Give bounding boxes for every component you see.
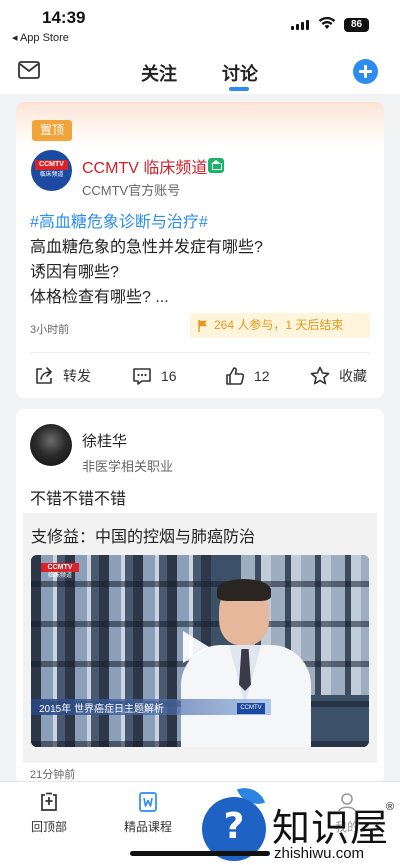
course-icon: [139, 792, 157, 812]
nav-label: 回顶部: [30, 820, 67, 834]
nav-label: 精品课程: [123, 820, 172, 834]
favorite-label: 收藏: [339, 368, 367, 384]
add-post-button[interactable]: [353, 59, 378, 84]
favorite-button[interactable]: 收藏: [309, 364, 367, 388]
home-indicator: [130, 851, 270, 856]
comment-count: 16: [161, 368, 177, 384]
status-time: 14:39: [42, 8, 86, 27]
star-icon: [310, 366, 330, 385]
watermark-url: zhishiwu.com: [274, 845, 365, 862]
thumbs-up-icon: [226, 367, 245, 385]
post-text: 不错不错不错: [30, 491, 127, 508]
mail-icon[interactable]: [18, 61, 40, 79]
video-caption: 2015年 世界癌症日主题解析: [39, 704, 165, 715]
back-to-top-icon: [41, 792, 57, 811]
like-button[interactable]: 12: [224, 364, 270, 388]
doctor-figure: [181, 579, 311, 747]
video-logo-bottom: 临床频道: [47, 573, 72, 579]
share-label: 转发: [63, 368, 91, 384]
wifi-icon: [318, 16, 336, 29]
nav-back-to-top[interactable]: 回顶部: [14, 790, 84, 835]
post-line: 体格检查有哪些? ...: [30, 289, 169, 306]
user-name[interactable]: 徐桂华: [82, 430, 127, 451]
account-logo[interactable]: CCMTV 临床频道: [31, 150, 72, 191]
pinned-badge: 置顶: [32, 120, 72, 141]
post-line: 诱因有哪些?: [30, 264, 119, 281]
watermark-title: 知识屋: [272, 806, 390, 850]
like-count: 12: [254, 368, 270, 384]
participation-badge[interactable]: 264 人参与，1 天后结束: [190, 313, 370, 338]
participation-text: 264 人参与，1 天后结束: [214, 318, 344, 332]
cellular-signal-icon: [291, 20, 309, 30]
video-corner-logo: CCMTV: [237, 703, 265, 714]
shared-video-title[interactable]: 支修益：中国的控烟与肺癌防治: [31, 523, 255, 547]
shared-video-box[interactable]: 支修益：中国的控烟与肺癌防治 CCMTV 临床频道 2015年 世界癌症日主题解…: [23, 513, 377, 763]
topic-hashtag[interactable]: #高血糖危象诊断与治疗#: [30, 208, 208, 232]
pinned-post-card[interactable]: 置顶 CCMTV 临床频道 CCMTV 临床频道 CCMTV官方账号 #高血糖危…: [16, 102, 384, 398]
status-bar: 14:39 ◂ App Store 86: [0, 0, 400, 48]
post-time: 21分钟前: [30, 769, 76, 781]
comment-icon: [133, 368, 151, 385]
tab-follow[interactable]: 关注: [141, 60, 177, 86]
top-nav: 关注 讨论: [0, 48, 400, 94]
nav-courses[interactable]: 精品课程: [113, 790, 183, 835]
tab-discuss[interactable]: 讨论: [222, 60, 258, 86]
post-time: 3小时前: [30, 324, 70, 336]
post-line: 高血糖危象的急性并发症有哪些?: [30, 239, 263, 256]
play-icon[interactable]: [183, 631, 209, 663]
video-logo-top: CCMTV: [41, 563, 79, 572]
watermark-registered: ®: [386, 801, 395, 813]
logo-text-bottom: 临床频道: [39, 172, 64, 178]
logo-text-top: CCMTV: [35, 160, 68, 170]
verified-home-icon: [208, 158, 224, 173]
flag-icon: [198, 320, 207, 332]
share-button[interactable]: 转发: [33, 364, 91, 388]
battery-indicator: 86: [344, 18, 369, 32]
comment-button[interactable]: 16: [131, 364, 177, 388]
avatar[interactable]: [30, 424, 72, 466]
account-subtitle: CCMTV官方账号: [82, 183, 181, 198]
divider: [30, 352, 370, 353]
video-thumbnail[interactable]: CCMTV 临床频道 2015年 世界癌症日主题解析 CCMTV: [31, 555, 369, 747]
user-occupation: 非医学相关职业: [82, 459, 174, 474]
active-tab-indicator: [229, 87, 249, 91]
back-to-app-store[interactable]: ◂ App Store: [12, 31, 69, 44]
share-icon: [36, 367, 52, 384]
user-post-card[interactable]: 徐桂华 非医学相关职业 不错不错不错 支修益：中国的控烟与肺癌防治 CCMTV …: [16, 409, 384, 784]
account-name[interactable]: CCMTV 临床频道: [82, 154, 207, 178]
doctor-hair: [217, 579, 271, 601]
